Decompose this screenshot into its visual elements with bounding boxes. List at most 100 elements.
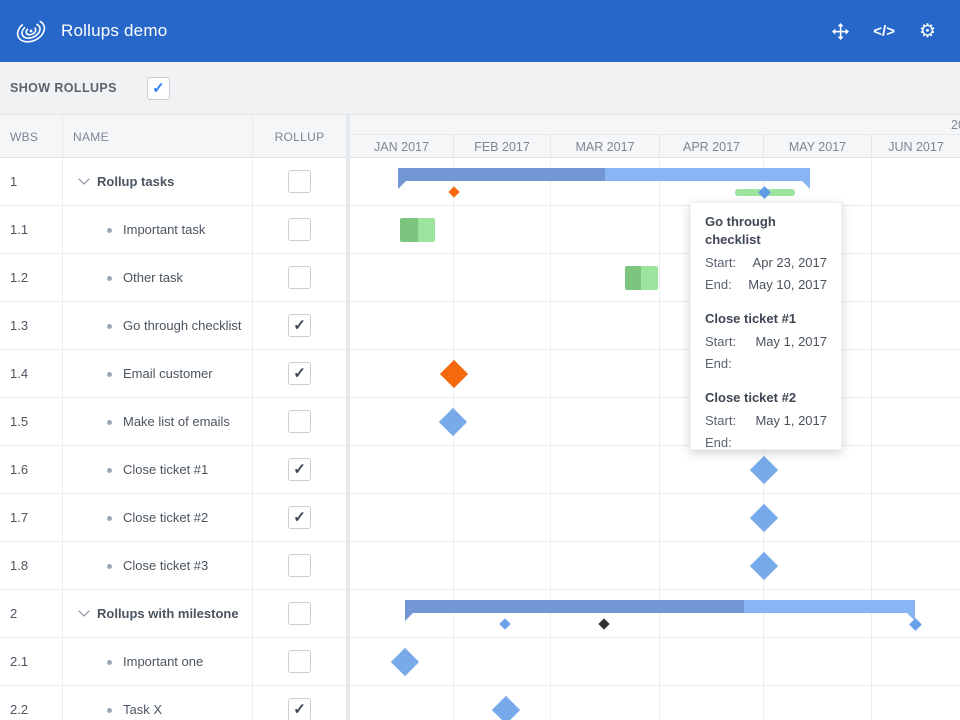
summary-task-bar[interactable]: [405, 600, 915, 613]
year-header-label: 2017: [951, 118, 960, 132]
task-name: Important task: [123, 222, 206, 237]
rollup-checkbox[interactable]: ✓: [288, 410, 311, 433]
table-row[interactable]: 1.6 Close ticket #1 ✓: [0, 446, 346, 494]
year-header-row: 2017: [350, 115, 960, 135]
check-mark: ✓: [293, 365, 306, 382]
chevron-down-icon[interactable]: [79, 175, 88, 184]
rollup-checkbox[interactable]: ✓: [288, 458, 311, 481]
summary-progress-segment: [405, 600, 744, 613]
name-cell: Important task: [63, 206, 253, 253]
rollup-checkbox[interactable]: ✓: [288, 170, 311, 193]
summary-right-wing: [802, 181, 810, 189]
rollup-cell: ✓: [253, 494, 346, 541]
rollup-checkbox[interactable]: ✓: [288, 650, 311, 673]
check-mark: ✓: [293, 509, 306, 526]
tooltip-start-row: Start: Apr 23, 2017: [705, 252, 827, 274]
leaf-bullet-icon: [107, 563, 112, 569]
table-row[interactable]: 1.1 Important task ✓: [0, 206, 346, 254]
task-name: Task X: [123, 702, 163, 717]
check-mark: ✓: [293, 461, 306, 478]
rollup-checkbox[interactable]: ✓: [288, 362, 311, 385]
table-row[interactable]: 1.3 Go through checklist ✓: [0, 302, 346, 350]
rollup-cell: ✓: [253, 590, 346, 637]
chart-row: [350, 638, 960, 686]
wbs-cell: 2.1: [0, 638, 63, 685]
table-row[interactable]: 1.8 Close ticket #3 ✓: [0, 542, 346, 590]
chevron-down-icon[interactable]: [79, 607, 88, 616]
rollup-cell: ✓: [253, 398, 346, 445]
month-header-cell: MAR 2017: [550, 135, 659, 158]
rollup-cell: ✓: [253, 302, 346, 349]
task-grid: WBS NAME ROLLUP 1 Rollup tasks ✓ 1.1 Importa…: [0, 115, 346, 720]
column-header-name[interactable]: NAME: [63, 115, 253, 158]
table-row[interactable]: 2 Rollups with milestone ✓: [0, 590, 346, 638]
tooltip-start-value: Apr 23, 2017: [752, 255, 827, 270]
task-name: Other task: [123, 270, 183, 285]
rollup-checkbox[interactable]: ✓: [288, 698, 311, 720]
table-row[interactable]: 1.5 Make list of emails ✓: [0, 398, 346, 446]
table-row[interactable]: 1 Rollup tasks ✓: [0, 158, 346, 206]
show-rollups-checkbox[interactable]: ✓: [146, 76, 170, 100]
rollup-tooltip: Go through checklist Start: Apr 23, 2017 En…: [690, 202, 842, 450]
chart-row: [350, 206, 960, 254]
leaf-bullet-icon: [107, 419, 112, 425]
rollup-checkbox[interactable]: ✓: [288, 506, 311, 529]
chart-row: [350, 590, 960, 638]
name-cell: Close ticket #2: [63, 494, 253, 541]
rollup-checkbox[interactable]: ✓: [288, 554, 311, 577]
rollup-cell: ✓: [253, 542, 346, 589]
table-row[interactable]: 1.2 Other task ✓: [0, 254, 346, 302]
name-cell: Close ticket #1: [63, 446, 253, 493]
task-name: Rollups with milestone: [97, 606, 239, 621]
wbs-cell: 2: [0, 590, 63, 637]
tooltip-section: Close ticket #1 Start: May 1, 2017 End:: [705, 310, 827, 375]
header-actions: </> ⚙: [832, 20, 936, 43]
task-name: Close ticket #2: [123, 510, 209, 525]
table-row[interactable]: 2.2 Task X ✓: [0, 686, 346, 720]
month-header-cell: FEB 2017: [453, 135, 550, 158]
summary-remaining-segment: [605, 168, 810, 181]
chart-row: [350, 302, 960, 350]
tooltip-end-label: End:: [705, 435, 732, 450]
name-cell: Close ticket #3: [63, 542, 253, 589]
page-title: Rollups demo: [61, 21, 168, 40]
check-mark: ✓: [293, 701, 306, 718]
task-bar[interactable]: [400, 218, 435, 242]
summary-left-wing: [405, 613, 413, 621]
wbs-cell: 2.2: [0, 686, 63, 720]
leaf-bullet-icon: [107, 275, 112, 281]
tooltip-end-row: End: May 10, 2017: [705, 274, 827, 296]
rollup-checkbox[interactable]: ✓: [288, 266, 311, 289]
chart-row: [350, 686, 960, 720]
tooltip-section: Close ticket #2 Start: May 1, 2017 End:: [705, 389, 827, 454]
gear-icon[interactable]: ⚙: [919, 20, 936, 43]
move-icon[interactable]: [832, 22, 850, 40]
chart-row: [350, 542, 960, 590]
table-row[interactable]: 1.4 Email customer ✓: [0, 350, 346, 398]
rollup-checkbox[interactable]: ✓: [288, 602, 311, 625]
bryntum-logo-icon: [16, 19, 46, 43]
app-header: Rollups demo </> ⚙: [0, 0, 960, 62]
chart-row: [350, 446, 960, 494]
leaf-bullet-icon: [107, 515, 112, 521]
task-bar[interactable]: [625, 266, 658, 290]
tooltip-start-value: May 1, 2017: [755, 413, 827, 428]
column-header-wbs[interactable]: WBS: [0, 115, 63, 158]
column-header-rollup[interactable]: ROLLUP: [253, 115, 346, 158]
chart-row: [350, 494, 960, 542]
rollup-checkbox[interactable]: ✓: [288, 218, 311, 241]
tooltip-section: Go through checklist Start: Apr 23, 2017 En…: [705, 213, 827, 296]
tooltip-start-label: Start:: [705, 334, 737, 349]
rollup-cell: ✓: [253, 686, 346, 720]
tooltip-start-label: Start:: [705, 413, 737, 428]
summary-task-bar[interactable]: [398, 168, 810, 181]
rollup-checkbox[interactable]: ✓: [288, 314, 311, 337]
leaf-bullet-icon: [107, 371, 112, 377]
task-progress-segment: [625, 266, 641, 290]
task-name: Rollup tasks: [97, 174, 175, 189]
code-icon[interactable]: </>: [873, 23, 895, 40]
table-row[interactable]: 1.7 Close ticket #2 ✓: [0, 494, 346, 542]
tooltip-end-value: May 10, 2017: [748, 277, 827, 292]
table-row[interactable]: 2.1 Important one ✓: [0, 638, 346, 686]
name-cell: Other task: [63, 254, 253, 301]
